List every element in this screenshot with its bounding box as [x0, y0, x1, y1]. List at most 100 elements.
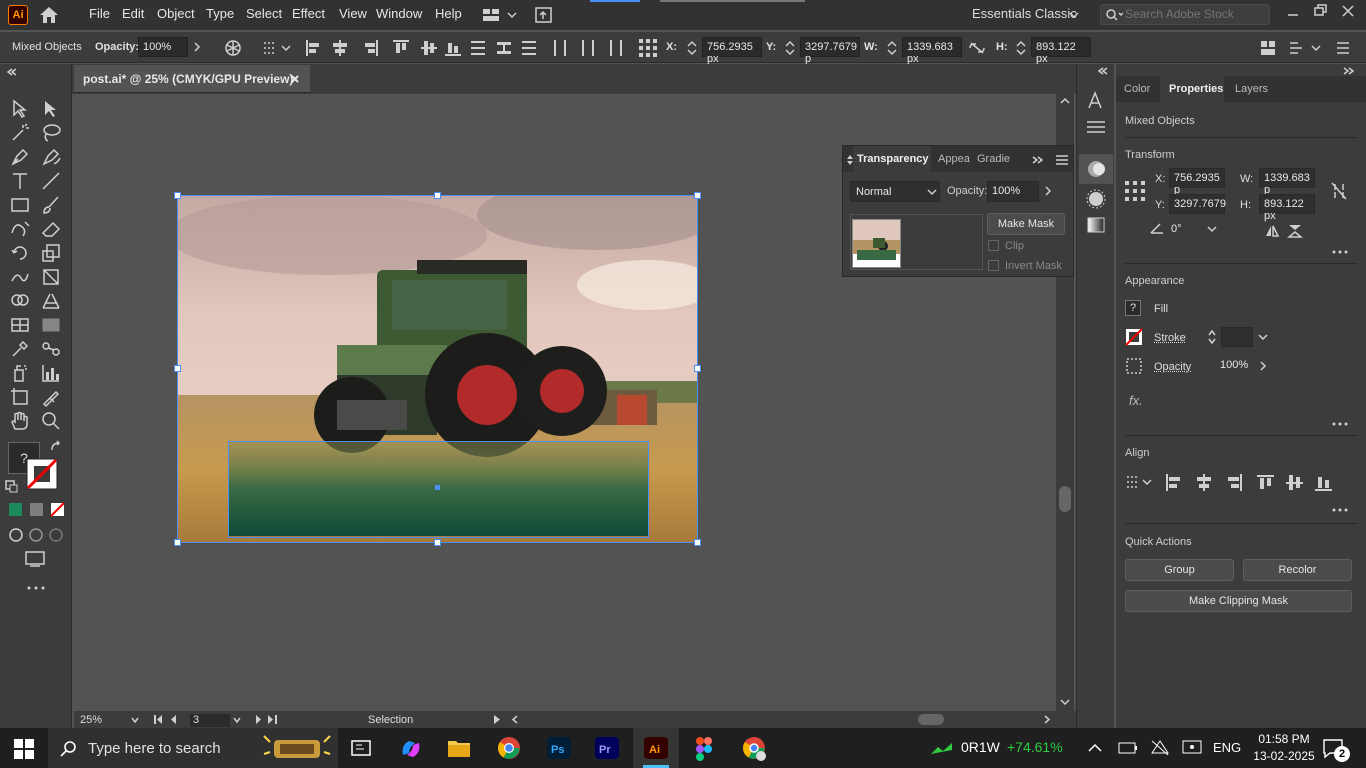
curvature-tool-icon[interactable]: [40, 146, 62, 168]
tab-appearance[interactable]: Appea: [938, 153, 970, 165]
tab-gradient[interactable]: Gradie: [977, 153, 1010, 165]
tab-properties[interactable]: Properties: [1160, 76, 1224, 103]
scroll-up-icon[interactable]: [1059, 96, 1071, 106]
premiere-pro-icon[interactable]: Pr: [595, 737, 619, 759]
copilot-icon[interactable]: [399, 737, 423, 761]
align-objects-icons[interactable]: [1164, 473, 1334, 493]
more-options-icon[interactable]: [1332, 249, 1348, 255]
restore-icon[interactable]: [1313, 4, 1329, 18]
h-stepper-icon[interactable]: [1015, 39, 1027, 57]
menu-edit[interactable]: Edit: [122, 6, 144, 21]
display-icon[interactable]: [1182, 739, 1202, 757]
pen-tool-icon[interactable]: [9, 146, 31, 168]
selection-tool-icon[interactable]: [9, 98, 31, 120]
more-options-icon[interactable]: [1332, 507, 1348, 513]
hand-tool-icon[interactable]: [9, 410, 31, 432]
screen-mode-icon[interactable]: [24, 550, 48, 568]
column-graph-icon[interactable]: [40, 362, 62, 384]
appearance-opacity-field[interactable]: 100%: [1216, 356, 1256, 376]
chevron-down-icon[interactable]: [1068, 10, 1080, 20]
magic-wand-icon[interactable]: [9, 122, 31, 144]
w-stepper-icon[interactable]: [886, 39, 898, 57]
menu-type[interactable]: Type: [206, 6, 234, 21]
menu-select[interactable]: Select: [246, 6, 282, 21]
menu-effect[interactable]: Effect: [292, 6, 325, 21]
transparency-opacity-field[interactable]: 100%: [987, 181, 1039, 202]
rotate-tool-icon[interactable]: [9, 242, 31, 264]
more-options-icon[interactable]: [1332, 421, 1348, 427]
chevron-right-icon[interactable]: [192, 41, 202, 53]
recolor-icon[interactable]: [223, 38, 243, 58]
appearance-panel-icon[interactable]: [1085, 188, 1107, 210]
language-indicator[interactable]: ENG: [1213, 740, 1241, 755]
menu-help[interactable]: Help: [435, 6, 462, 21]
flip-vertical-icon[interactable]: [1287, 224, 1303, 238]
paintbrush-tool-icon[interactable]: [40, 194, 62, 216]
file-explorer-icon[interactable]: [447, 737, 471, 759]
stock-search-box[interactable]: [1100, 4, 1270, 25]
handle-bottom-right[interactable]: [694, 539, 701, 546]
chevron-right-icon[interactable]: [1043, 185, 1053, 197]
menu-file[interactable]: File: [89, 6, 110, 21]
prop-y-field[interactable]: 3297.7679: [1169, 194, 1226, 214]
artboard-tool-icon[interactable]: [9, 386, 31, 408]
minimize-icon[interactable]: [1286, 8, 1300, 22]
close-tab-icon[interactable]: [290, 74, 300, 84]
photoshop-icon[interactable]: Ps: [547, 737, 571, 759]
invert-mask-checkbox[interactable]: [988, 260, 999, 271]
swap-fill-stroke-icon[interactable]: [49, 440, 63, 454]
mesh-tool-icon[interactable]: [9, 314, 31, 336]
more-tools-icon[interactable]: [26, 584, 46, 592]
warp-tool-icon[interactable]: [9, 266, 31, 288]
task-view-icon[interactable]: [350, 739, 372, 759]
slice-tool-icon[interactable]: [40, 386, 62, 408]
handle-bottom-center[interactable]: [434, 539, 441, 546]
prop-h-field[interactable]: 893.122 px: [1259, 194, 1315, 222]
vertical-scroll-thumb[interactable]: [1059, 486, 1071, 512]
default-fill-stroke-icon[interactable]: [5, 480, 19, 494]
prop-w-field[interactable]: 1339.683 p: [1259, 168, 1315, 196]
opacity-field[interactable]: 100%: [138, 37, 188, 57]
collapse-toolbar-icon[interactable]: [6, 67, 66, 77]
rectangle-tool-icon[interactable]: [9, 194, 31, 216]
fx-effects-button[interactable]: fx.: [1129, 393, 1143, 408]
recolor-button[interactable]: Recolor: [1243, 559, 1352, 581]
transform-grid-icon[interactable]: [638, 38, 660, 58]
close-icon[interactable]: [1341, 4, 1355, 18]
taskbar-search[interactable]: Type here to search: [48, 728, 338, 768]
menu-window[interactable]: Window: [376, 6, 422, 21]
menu-view[interactable]: View: [339, 6, 367, 21]
share-icon[interactable]: [534, 5, 554, 25]
menu-icon[interactable]: [1336, 41, 1350, 55]
artboard-prev-icons[interactable]: [152, 714, 186, 725]
stroke-label[interactable]: Stroke: [1154, 332, 1186, 344]
h-field[interactable]: 893.122 px: [1031, 37, 1091, 65]
windows-start-icon[interactable]: [14, 739, 34, 759]
scroll-left-icon[interactable]: [510, 714, 520, 725]
zoom-level[interactable]: 25%: [80, 714, 102, 726]
color-mode-icons[interactable]: [8, 502, 66, 518]
artboard-dropdown-icon[interactable]: [232, 715, 242, 725]
blend-mode-select[interactable]: Normal: [850, 181, 940, 202]
align-to-selection-icon[interactable]: [1125, 474, 1153, 492]
document-tab[interactable]: post.ai* @ 25% (CMYK/GPU Preview): [74, 65, 310, 93]
panel-menu-icon[interactable]: [1055, 154, 1069, 166]
type-tool-icon[interactable]: [9, 170, 31, 192]
workspace-switcher[interactable]: Essentials Classic: [972, 6, 1077, 21]
shape-builder-icon[interactable]: [9, 290, 31, 312]
stroke-swatch-none[interactable]: [1125, 328, 1143, 346]
network-icon[interactable]: [1150, 739, 1170, 757]
illustrator-taskbar-active[interactable]: Ai: [633, 728, 679, 768]
stock-change[interactable]: +74.61%: [1007, 739, 1063, 755]
battery-icon[interactable]: [1118, 741, 1138, 755]
appearance-opacity-label[interactable]: Opacity: [1154, 361, 1191, 373]
shaper-tool-icon[interactable]: [9, 218, 31, 240]
direct-selection-tool-icon[interactable]: [40, 98, 62, 120]
symbol-sprayer-icon[interactable]: [9, 362, 31, 384]
panel-expand-icon[interactable]: [1031, 155, 1045, 165]
shape-options-icon[interactable]: [1288, 40, 1322, 56]
blend-tool-icon[interactable]: [40, 338, 62, 360]
handle-top-right[interactable]: [694, 192, 701, 199]
chrome-profile-icon[interactable]: [742, 736, 768, 762]
collapse-panels-icon[interactable]: [1342, 66, 1356, 76]
